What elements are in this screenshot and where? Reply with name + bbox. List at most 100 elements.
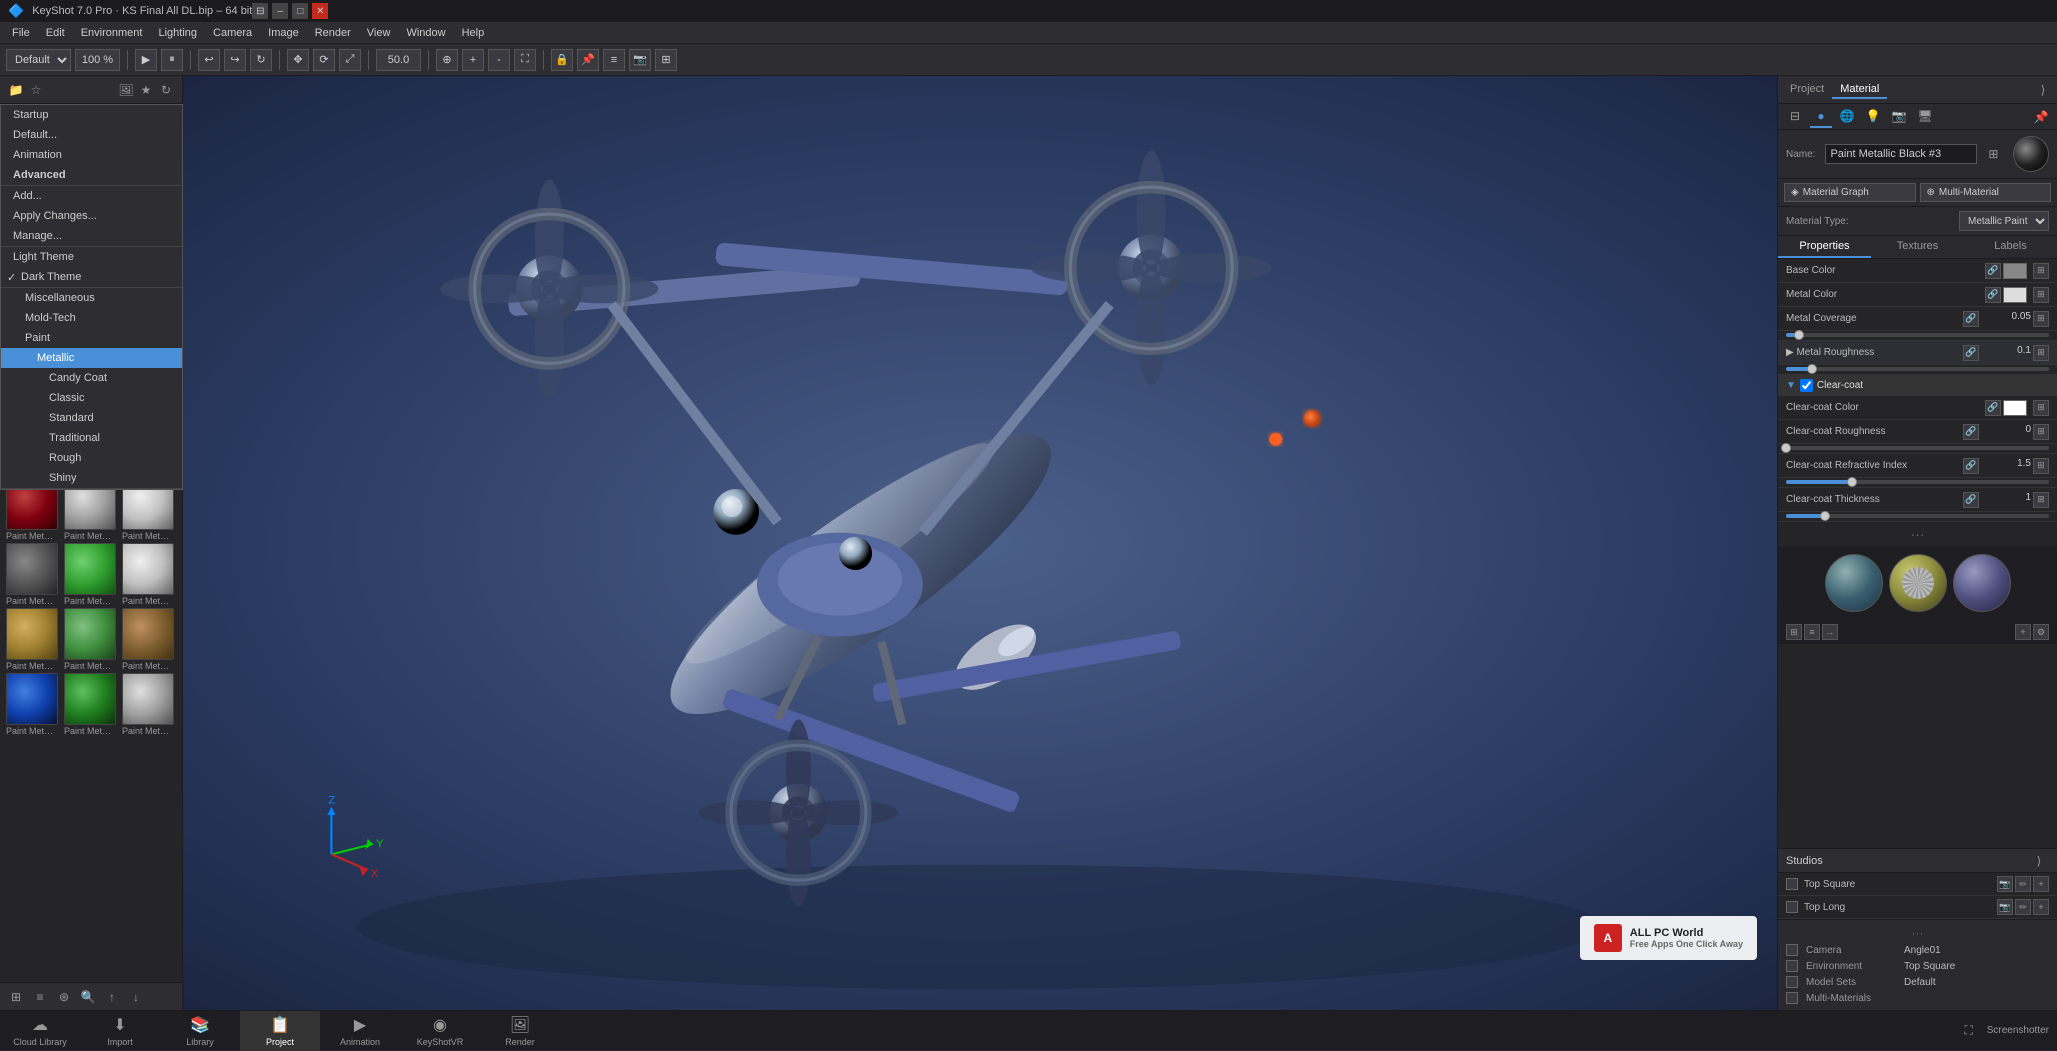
menu-classic[interactable]: Classic (1, 388, 182, 408)
tab-project-icon[interactable]: ⊟ (1784, 106, 1806, 128)
texture3-icon[interactable]: ⊞ (2033, 311, 2049, 327)
camera-checkbox[interactable] (1786, 944, 1798, 956)
menu-mold-tech[interactable]: Mold-Tech (1, 308, 182, 328)
clearcoat-refractive-slider[interactable] (1778, 480, 2057, 488)
camera4-icon[interactable]: 📷 (1997, 899, 2013, 915)
plus2-icon[interactable]: + (2033, 899, 2049, 915)
list-item[interactable]: Paint Metal... (4, 608, 60, 671)
menu-traditional[interactable]: Traditional (1, 428, 182, 448)
tab-project[interactable]: 📋 Project (240, 1011, 320, 1051)
menu-default[interactable]: Default... (1, 125, 182, 145)
zoom-fit-button[interactable]: ⊕ (436, 49, 458, 71)
menu-edit[interactable]: Edit (38, 25, 73, 41)
list-item[interactable]: Paint Metal... (120, 608, 176, 671)
upload-icon[interactable]: ↑ (102, 987, 122, 1007)
edit-icon[interactable]: ✏ (2015, 876, 2031, 892)
clearcoat-section[interactable]: ▼ Clear-coat (1778, 375, 2057, 396)
tab-material-ball-icon[interactable]: ● (1810, 106, 1832, 128)
maximize-button[interactable]: □ (292, 3, 308, 19)
link6-icon[interactable]: 🔗 (1963, 424, 1979, 440)
tab-import[interactable]: ⬇ Import (80, 1011, 160, 1051)
tab-cloud-library[interactable]: ☁ Cloud Library (0, 1011, 80, 1051)
material-name-input[interactable] (1825, 144, 1977, 164)
modelsets-checkbox[interactable] (1786, 976, 1798, 988)
tab-light-icon[interactable]: 💡 (1862, 106, 1884, 128)
folder-icon[interactable]: 📁 (6, 80, 26, 100)
menu-standard[interactable]: Standard (1, 408, 182, 428)
tab-camera-icon[interactable]: 📷 (1888, 106, 1910, 128)
frame-button[interactable]: ⛶ (514, 49, 536, 71)
add2-icon[interactable]: + (2015, 624, 2031, 640)
menu-help[interactable]: Help (454, 25, 493, 41)
expand-icon[interactable]: ⟩ (2033, 80, 2053, 100)
fullscreen-icon[interactable]: ⛶ (1959, 1021, 1979, 1041)
render-value-input[interactable] (376, 49, 421, 71)
scale-button[interactable]: ⤢ (339, 49, 361, 71)
pause-button[interactable]: ⏸ (161, 49, 183, 71)
right-arrow-icon[interactable]: → (1822, 624, 1838, 640)
studios-expand-icon[interactable]: ⟩ (2029, 851, 2049, 871)
menu-environment[interactable]: Environment (73, 25, 151, 41)
download-icon[interactable]: ↓ (126, 987, 146, 1007)
list-item[interactable]: Paint Metal... (4, 673, 60, 736)
texture4-icon[interactable]: ⊞ (2033, 345, 2049, 361)
copy-icon[interactable]: ⊞ (1983, 144, 2003, 164)
link-icon[interactable]: 🔗 (1985, 263, 2001, 279)
menu-camera[interactable]: Camera (205, 25, 260, 41)
link5-icon[interactable]: 🔗 (1985, 400, 2001, 416)
link3-icon[interactable]: 🔗 (1963, 311, 1979, 327)
refresh-button[interactable]: ↻ (250, 49, 272, 71)
edit2-icon[interactable]: ✏ (2015, 899, 2031, 915)
menu-animation[interactable]: Animation (1, 145, 182, 165)
filter-icon[interactable]: ⊛ (54, 987, 74, 1007)
preset-select[interactable]: Default (6, 49, 71, 71)
texture6-icon[interactable]: ⊞ (2033, 424, 2049, 440)
menu-advanced[interactable]: Advanced (1, 165, 182, 185)
play-button[interactable]: ▶ (135, 49, 157, 71)
star2-icon[interactable]: ★ (136, 80, 156, 100)
menu-startup[interactable]: Startup (1, 105, 182, 125)
material-graph-button[interactable]: ◈ Material Graph (1784, 183, 1916, 202)
menu-candy-coat[interactable]: Candy Coat (1, 368, 182, 388)
undo-button[interactable]: ↩ (198, 49, 220, 71)
studio-checkbox[interactable] (1786, 878, 1798, 890)
link2-icon[interactable]: 🔗 (1985, 287, 2001, 303)
list-item[interactable]: Paint Metal... (62, 608, 118, 671)
image-icon[interactable]: 🖼 (116, 80, 136, 100)
menu-render[interactable]: Render (307, 25, 359, 41)
menu-metallic[interactable]: Metallic (1, 348, 182, 368)
tab-labels[interactable]: Labels (1964, 236, 2057, 258)
tab-monitor-icon[interactable]: 🖥 (1914, 106, 1936, 128)
menu-paint[interactable]: Paint (1, 328, 182, 348)
list-item[interactable]: Paint Metal... (62, 543, 118, 606)
viewport[interactable]: Y Z X A ALL PC World Free Apps One Click… (183, 76, 1777, 1010)
link4-icon[interactable]: 🔗 (1963, 345, 1979, 361)
material-type-select[interactable]: Metallic Paint (1959, 211, 2049, 231)
link7-icon[interactable]: 🔗 (1963, 458, 1979, 474)
list-view2-icon[interactable]: ≡ (1804, 624, 1820, 640)
texture8-icon[interactable]: ⊞ (2033, 492, 2049, 508)
texture5-icon[interactable]: ⊞ (2033, 400, 2049, 416)
list-item[interactable]: Paint Metal... (4, 543, 60, 606)
reload-icon[interactable]: ↻ (156, 80, 176, 100)
tab-material[interactable]: Material (1832, 81, 1887, 99)
tab-animation[interactable]: ▶ Animation (320, 1011, 400, 1051)
studio-item[interactable]: Top Square 📷 ✏ + (1778, 873, 2057, 896)
move-button[interactable]: ✥ (287, 49, 309, 71)
redo-button[interactable]: ↪ (224, 49, 246, 71)
menu-shiny[interactable]: Shiny (1, 468, 182, 488)
preview-sphere-env1[interactable] (1825, 554, 1883, 612)
menu-rough[interactable]: Rough (1, 448, 182, 468)
settings2-icon[interactable]: ⚙ (2033, 624, 2049, 640)
lock-button[interactable]: 🔒 (551, 49, 573, 71)
list-item[interactable]: Paint Metal... (62, 673, 118, 736)
list-view-icon[interactable]: ≡ (30, 987, 50, 1007)
tab-library[interactable]: 📚 Library (160, 1011, 240, 1051)
clearcoat-color-swatch[interactable] (2003, 400, 2027, 416)
unlock-button[interactable]: 📌 (577, 49, 599, 71)
menu-apply-changes[interactable]: Apply Changes... (1, 206, 182, 226)
texture-icon[interactable]: ⊞ (2033, 263, 2049, 279)
grid-view-icon[interactable]: ⊞ (6, 987, 26, 1007)
camera2-button[interactable]: 📷 (629, 49, 651, 71)
menu-add[interactable]: Add... (1, 186, 182, 206)
